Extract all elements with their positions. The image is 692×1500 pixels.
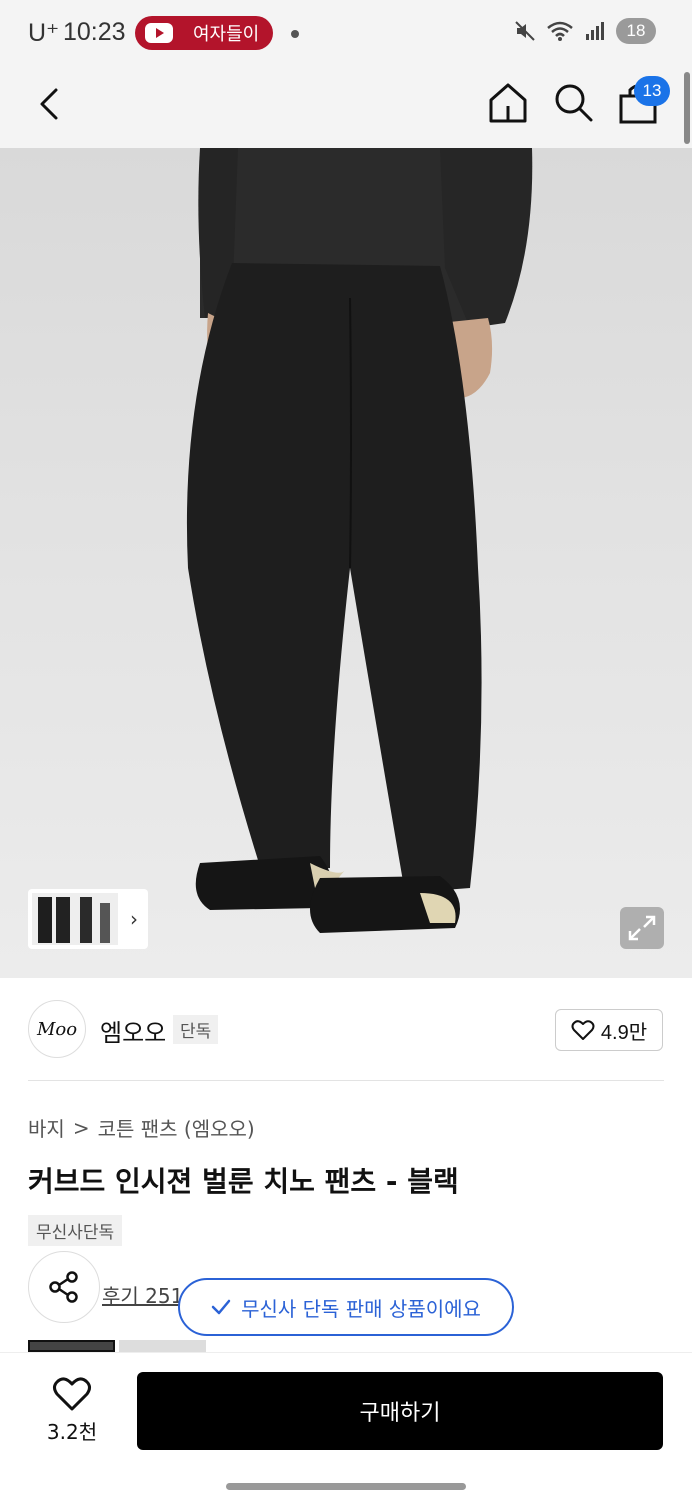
check-icon bbox=[211, 1299, 231, 1315]
carrier-label: U⁺ bbox=[28, 19, 60, 47]
scrollbar-thumb[interactable] bbox=[684, 72, 690, 144]
wishlist-button[interactable]: 3.2천 bbox=[36, 1376, 108, 1448]
status-bar: U⁺ 10:23 여자들이 18 bbox=[0, 0, 692, 66]
expand-icon bbox=[628, 915, 656, 941]
brand-logo[interactable]: Moo bbox=[28, 1000, 86, 1058]
heart-icon bbox=[571, 1020, 595, 1040]
brand-logo-text: Moo bbox=[36, 1018, 78, 1040]
breadcrumb-category[interactable]: 바지 bbox=[28, 1113, 65, 1142]
exclusive-tag: 무신사단독 bbox=[28, 1215, 123, 1246]
system-icons: 18 bbox=[514, 18, 656, 44]
product-title: 커브드 인시젼 벌룬 치노 팬츠 - 블랙 bbox=[28, 1165, 459, 1198]
chevron-right-icon: › bbox=[130, 907, 138, 931]
exclusive-toast: 무신사 단독 판매 상품이에요 bbox=[178, 1278, 514, 1336]
fullscreen-button[interactable] bbox=[620, 907, 664, 949]
signal-icon bbox=[586, 22, 604, 40]
cart-count-badge: 13 bbox=[634, 76, 670, 106]
back-icon[interactable] bbox=[32, 84, 72, 124]
youtube-icon bbox=[145, 23, 173, 43]
color-swatch[interactable] bbox=[119, 1340, 206, 1352]
app-header bbox=[0, 66, 692, 148]
product-image[interactable] bbox=[0, 148, 692, 978]
battery-indicator: 18 bbox=[616, 18, 656, 44]
home-indicator[interactable] bbox=[226, 1483, 466, 1490]
wishlist-count: 3.2천 bbox=[46, 1420, 98, 1444]
buy-button[interactable]: 구매하기 bbox=[137, 1372, 663, 1450]
breadcrumb-separator: > bbox=[72, 1115, 90, 1140]
brand-like-count: 4.9만 bbox=[600, 1021, 648, 1044]
share-button[interactable] bbox=[28, 1251, 100, 1323]
thumbnail-image bbox=[32, 893, 118, 945]
divider bbox=[28, 1080, 664, 1081]
share-icon bbox=[49, 1271, 78, 1303]
home-icon[interactable] bbox=[488, 82, 528, 124]
review-link[interactable]: 후기 251 bbox=[102, 1280, 183, 1309]
brand-like-button[interactable]: 4.9만 bbox=[555, 1009, 663, 1051]
heart-icon bbox=[53, 1377, 91, 1411]
brand-exclusive-tag: 단독 bbox=[173, 1015, 219, 1044]
clock: 10:23 bbox=[63, 18, 126, 46]
image-thumbnail-strip[interactable]: › bbox=[28, 889, 148, 949]
mute-icon bbox=[515, 21, 535, 41]
breadcrumb-subcategory[interactable]: 코튼 팬츠 (엠오오) bbox=[98, 1113, 255, 1142]
wifi-icon bbox=[547, 21, 573, 41]
search-icon[interactable] bbox=[553, 82, 593, 124]
notification-dot-icon bbox=[291, 30, 299, 38]
color-swatch-selected[interactable] bbox=[28, 1340, 115, 1352]
product-photo-illustration bbox=[186, 148, 533, 933]
toast-text: 무신사 단독 판매 상품이에요 bbox=[241, 1296, 481, 1321]
brand-name[interactable]: 엠오오 bbox=[100, 1013, 166, 1048]
youtube-pill-text: 여자들이 bbox=[193, 24, 260, 45]
breadcrumb: 바지 > 코튼 팬츠 (엠오오) bbox=[28, 1113, 255, 1142]
youtube-pip-pill[interactable]: 여자들이 bbox=[135, 16, 273, 50]
